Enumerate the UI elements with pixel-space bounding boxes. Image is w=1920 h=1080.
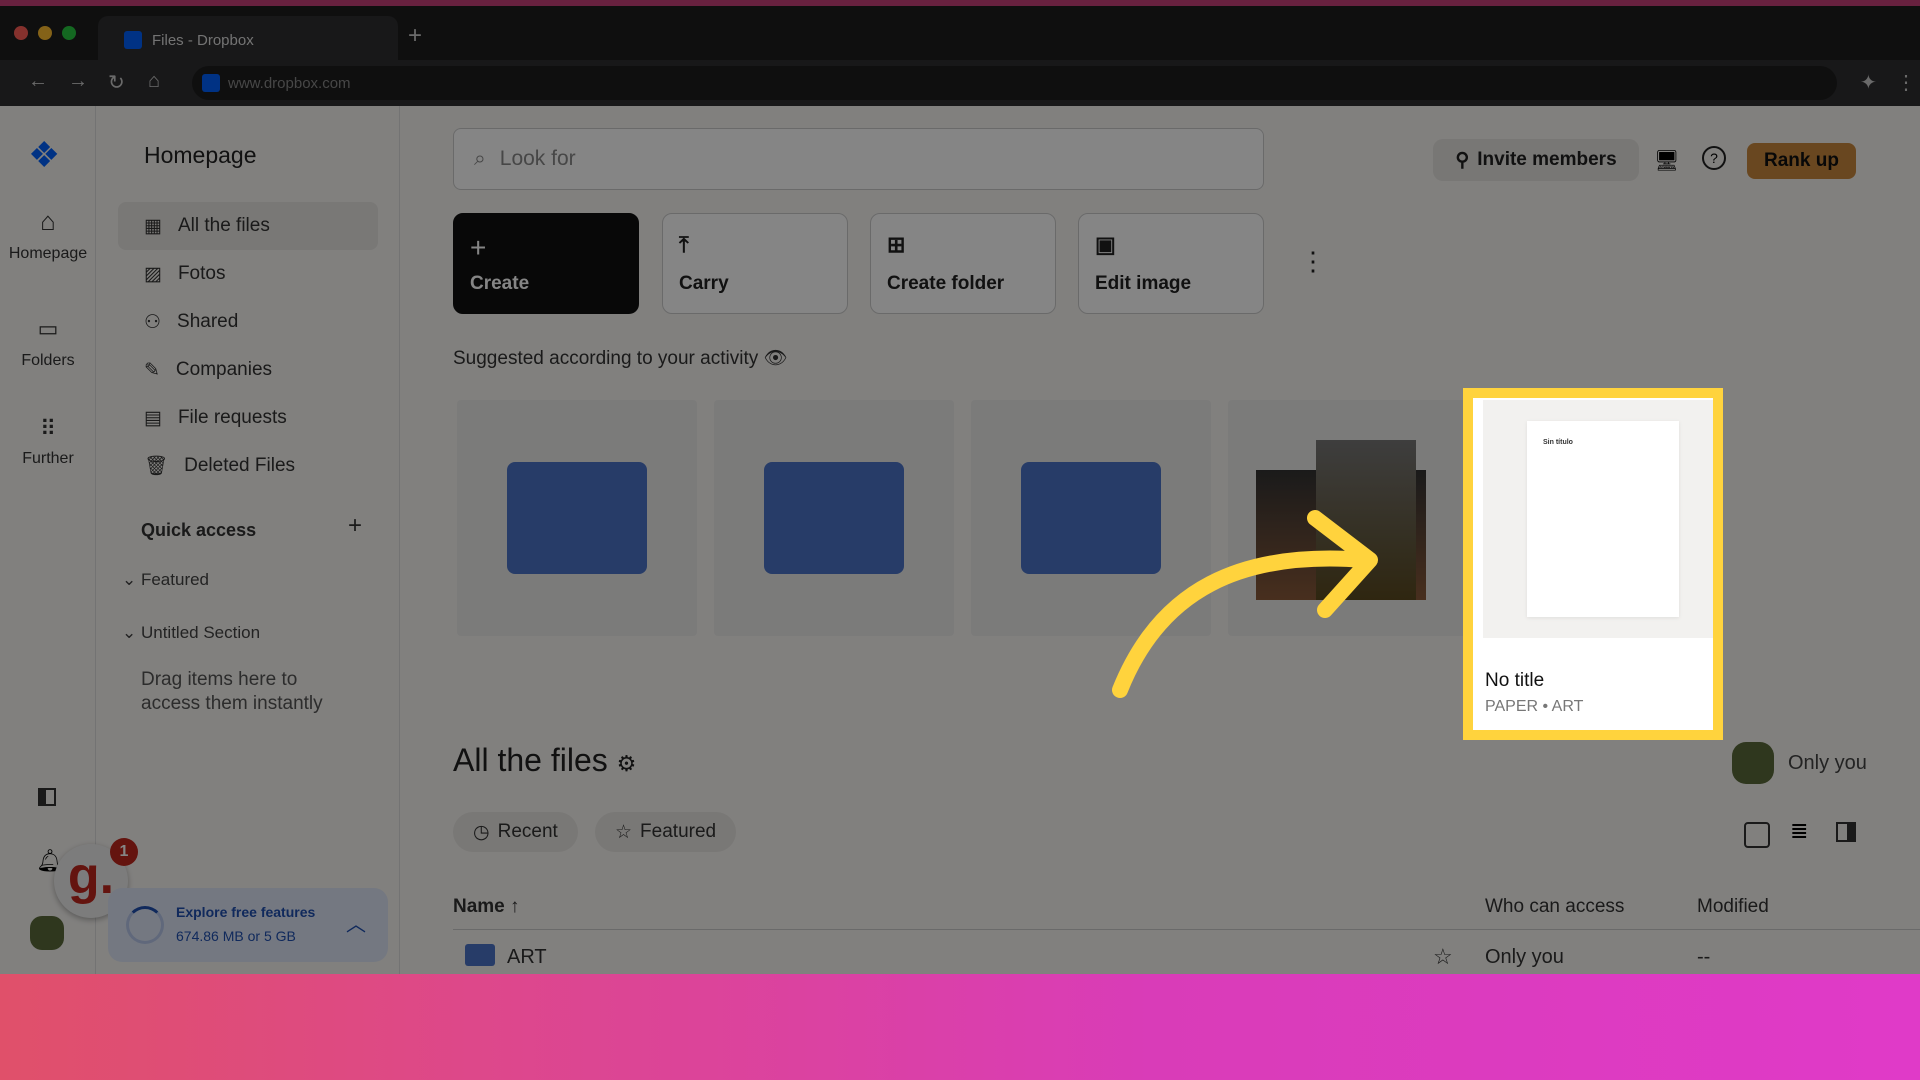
- file-meta: PAPER • ART: [1485, 698, 1584, 715]
- paper-preview: Sin título: [1483, 400, 1713, 638]
- highlighted-file-card[interactable]: Sin título No title PAPER • ART: [1463, 388, 1723, 740]
- pointer-arrow: [1112, 510, 1378, 698]
- file-name: No title: [1485, 670, 1545, 691]
